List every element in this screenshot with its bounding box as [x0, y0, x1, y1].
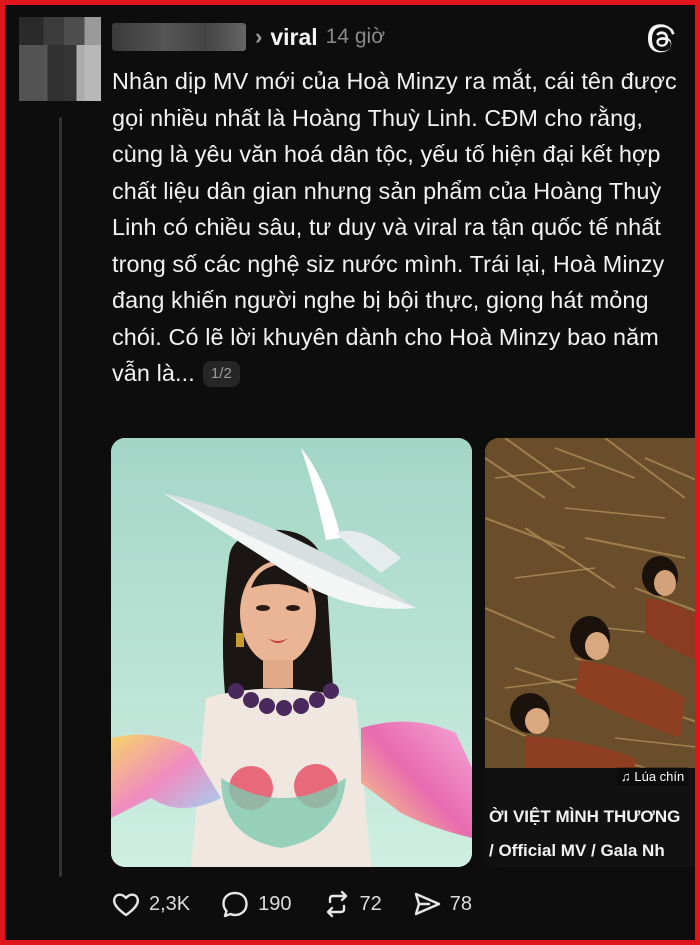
share-button[interactable]: 78 [412, 889, 472, 919]
chevron-right-icon: › [255, 24, 263, 49]
repost-icon [326, 890, 347, 918]
share-count: 78 [449, 892, 473, 915]
like-count: 2,3K [149, 892, 191, 915]
like-button[interactable]: 2,3K [111, 889, 190, 919]
repost-button[interactable]: 72 [322, 889, 382, 919]
post-text: Nhân dịp MV mới của Hoà Minzy ra mắt, cá… [112, 68, 677, 386]
blurred-username[interactable] [112, 23, 246, 51]
post-header: › viral 14 giờ [255, 21, 385, 53]
repost-count: 72 [359, 892, 382, 915]
post-time: 14 giờ [325, 25, 385, 48]
comment-icon [222, 891, 248, 918]
post-frame: › viral 14 giờ Nhân dịp MV mới của Hoà M… [5, 5, 695, 940]
threads-logo-icon[interactable] [647, 24, 677, 54]
avatar[interactable] [19, 17, 101, 101]
community-handle[interactable]: viral [270, 24, 317, 51]
post-body[interactable]: Nhân dịp MV mới của Hoà Minzy ra mắt, cá… [112, 63, 687, 392]
straw-scene-illustration [485, 438, 695, 769]
heart-icon [112, 893, 140, 917]
media-image-1[interactable] [111, 438, 472, 867]
thread-line [59, 117, 62, 877]
mv-title-line-1: ỜI VIỆT MÌNH THƯƠNG [489, 807, 681, 826]
comment-count: 190 [258, 892, 292, 915]
page-indicator: 1/2 [202, 361, 240, 387]
portrait-illustration [111, 438, 472, 867]
mv-title-line-2: / Official MV / Gala Nh [489, 841, 665, 860]
action-bar: 2,3K 190 72 78 [111, 889, 502, 919]
share-icon [414, 892, 440, 916]
music-tag: ♫ Lúa chín [617, 767, 689, 786]
media-image-2[interactable] [485, 438, 695, 867]
comment-button[interactable]: 190 [220, 889, 292, 919]
